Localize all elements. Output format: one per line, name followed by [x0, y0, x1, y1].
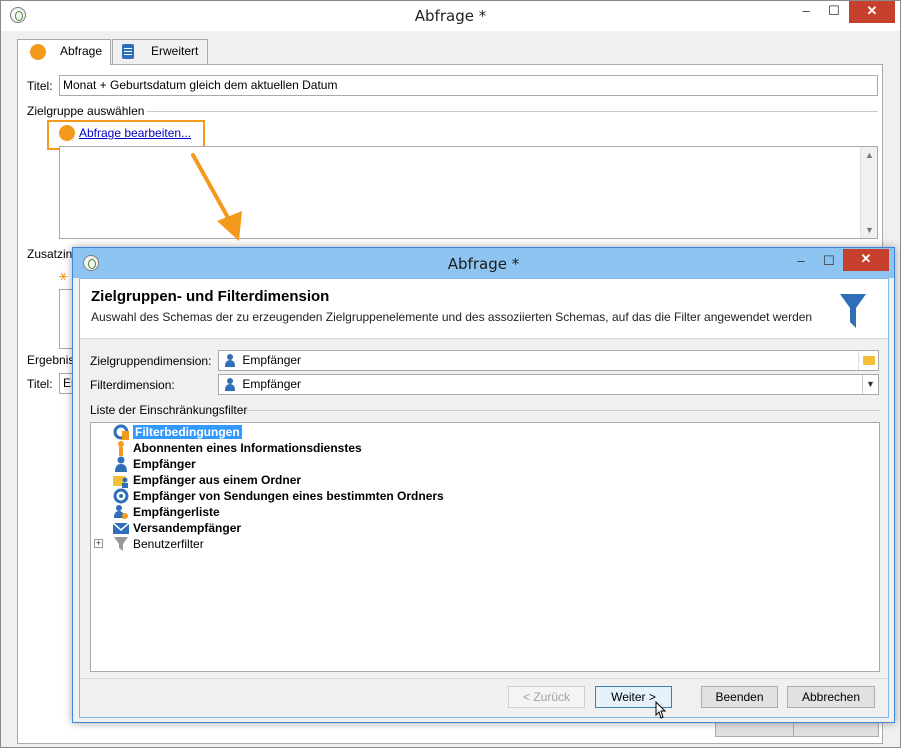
- cancel-button[interactable]: Abbrechen: [787, 686, 875, 708]
- query-description-area[interactable]: ▲ ▼: [59, 146, 878, 239]
- dialog-title: Abfrage *: [447, 255, 520, 273]
- filter-list-label: Liste der Einschränkungsfilter: [90, 403, 248, 417]
- dialog-maximize-button[interactable]: ☐: [814, 251, 844, 273]
- filter-dialog: Abfrage * – ☐ ✕ Zielgruppen- und Filterd…: [72, 247, 895, 723]
- filter-dimension-label: Filterdimension:: [90, 378, 175, 392]
- funnel-icon: [840, 294, 866, 328]
- tree-item-delivery-recipients[interactable]: Empfänger von Sendungen eines bestimmten…: [113, 488, 444, 504]
- scroll-up-icon[interactable]: ▲: [865, 150, 874, 160]
- section-result-label: Ergebnis: [27, 353, 75, 367]
- tree-item-label: Versandempfänger: [133, 521, 242, 535]
- tree-item-subscribers[interactable]: Abonnenten eines Informationsdienstes: [118, 440, 362, 456]
- arrow-annotation: [191, 153, 242, 241]
- tree-item-label: Benutzerfilter: [133, 537, 204, 551]
- title-input[interactable]: Monat + Geburtsdatum gleich dem aktuelle…: [59, 75, 878, 96]
- recipient-list-icon: [114, 505, 128, 519]
- tree-item-recipients-folder[interactable]: Empfänger aus einem Ordner: [113, 472, 302, 488]
- tree-item-label: Empfänger aus einem Ordner: [133, 473, 302, 487]
- target-dimension-field[interactable]: Empfänger: [218, 350, 879, 371]
- tree-item-label: Empfänger: [133, 457, 196, 471]
- delivery-recipients-icon: [113, 488, 129, 504]
- envelope-icon: [113, 522, 129, 534]
- target-dimension-label: Zielgruppendimension:: [90, 354, 212, 368]
- title-label: Titel:: [27, 79, 53, 93]
- filter-list-divider: [246, 410, 880, 411]
- folder-icon[interactable]: [858, 351, 878, 370]
- tree-item-label: Empfängerliste: [133, 505, 220, 519]
- tab-abfrage[interactable]: Abfrage: [17, 39, 111, 65]
- dialog-titlebar: Abfrage * – ☐ ✕: [73, 248, 894, 278]
- filter-dimension-select[interactable]: Empfänger ▼: [218, 374, 879, 395]
- tree-item-user-filters[interactable]: Benutzerfilter: [114, 536, 204, 552]
- expand-icon[interactable]: +: [94, 539, 103, 548]
- edit-query-link[interactable]: Abfrage bearbeiten...: [79, 126, 191, 140]
- target-dimension-value: Empfänger: [242, 353, 302, 367]
- tab-erweitert[interactable]: Erweitert: [112, 39, 208, 64]
- subscriber-icon: [118, 441, 124, 456]
- section-additional-label: Zusatzin: [27, 247, 73, 261]
- user-filter-icon: [114, 537, 128, 551]
- orange-circle-icon: [30, 44, 46, 60]
- tree-item-shipping-recipients[interactable]: Versandempfänger: [113, 520, 242, 536]
- dialog-minimize-button[interactable]: –: [786, 251, 816, 273]
- person-icon: [115, 456, 127, 472]
- close-button[interactable]: ✕: [849, 1, 895, 23]
- title2-label: Titel:: [27, 377, 53, 391]
- tab-abfrage-label: Abfrage: [60, 44, 103, 58]
- person-icon: [225, 354, 235, 368]
- section-target-label: Zielgruppe auswählen: [27, 104, 145, 118]
- filter-dimension-value: Empfänger: [242, 377, 302, 391]
- chevron-down-icon[interactable]: ▼: [862, 375, 878, 394]
- tree-item-recipients[interactable]: Empfänger: [115, 456, 196, 472]
- dialog-subheading: Auswahl des Schemas der zu erzeugenden Z…: [91, 310, 813, 324]
- filter-conditions-icon: [113, 424, 129, 440]
- maximize-button[interactable]: ☐: [819, 1, 849, 23]
- vertical-scrollbar[interactable]: ▲ ▼: [860, 147, 877, 238]
- person-icon: [225, 378, 235, 392]
- section-divider: [147, 111, 878, 112]
- mouse-cursor-icon: [655, 701, 667, 719]
- minimize-button[interactable]: –: [791, 1, 821, 23]
- tree-item-label: Abonnenten eines Informationsdienstes: [133, 441, 362, 455]
- outer-window-title: Abfrage *: [414, 7, 487, 25]
- tab-erweitert-label: Erweitert: [151, 44, 199, 58]
- footer-divider: [80, 678, 888, 679]
- back-button[interactable]: < Zurück: [508, 686, 585, 708]
- scroll-down-icon[interactable]: ▼: [865, 225, 874, 235]
- tree-item-label: Empfänger von Sendungen eines bestimmten…: [133, 489, 444, 503]
- tree-item-recipient-list[interactable]: Empfängerliste: [114, 504, 220, 520]
- share-icon: ⚹: [59, 267, 68, 283]
- clipboard-icon: [122, 44, 134, 59]
- dialog-body: Zielgruppen- und Filterdimension Auswahl…: [79, 278, 889, 719]
- dialog-header: Zielgruppen- und Filterdimension Auswahl…: [80, 279, 888, 339]
- tree-item-label: Filterbedingungen: [133, 425, 242, 439]
- filter-tree[interactable]: Filterbedingungen Abonnenten eines Infor…: [90, 422, 880, 672]
- dialog-close-button[interactable]: ✕: [843, 249, 889, 271]
- finish-button[interactable]: Beenden: [701, 686, 778, 708]
- edit-query-icon: [59, 125, 75, 141]
- outer-titlebar: Abfrage * – ☐ ✕: [1, 1, 900, 31]
- dialog-heading: Zielgruppen- und Filterdimension: [91, 288, 330, 305]
- folder-person-icon: [113, 476, 128, 488]
- tree-item-filter-conditions[interactable]: Filterbedingungen: [113, 424, 242, 440]
